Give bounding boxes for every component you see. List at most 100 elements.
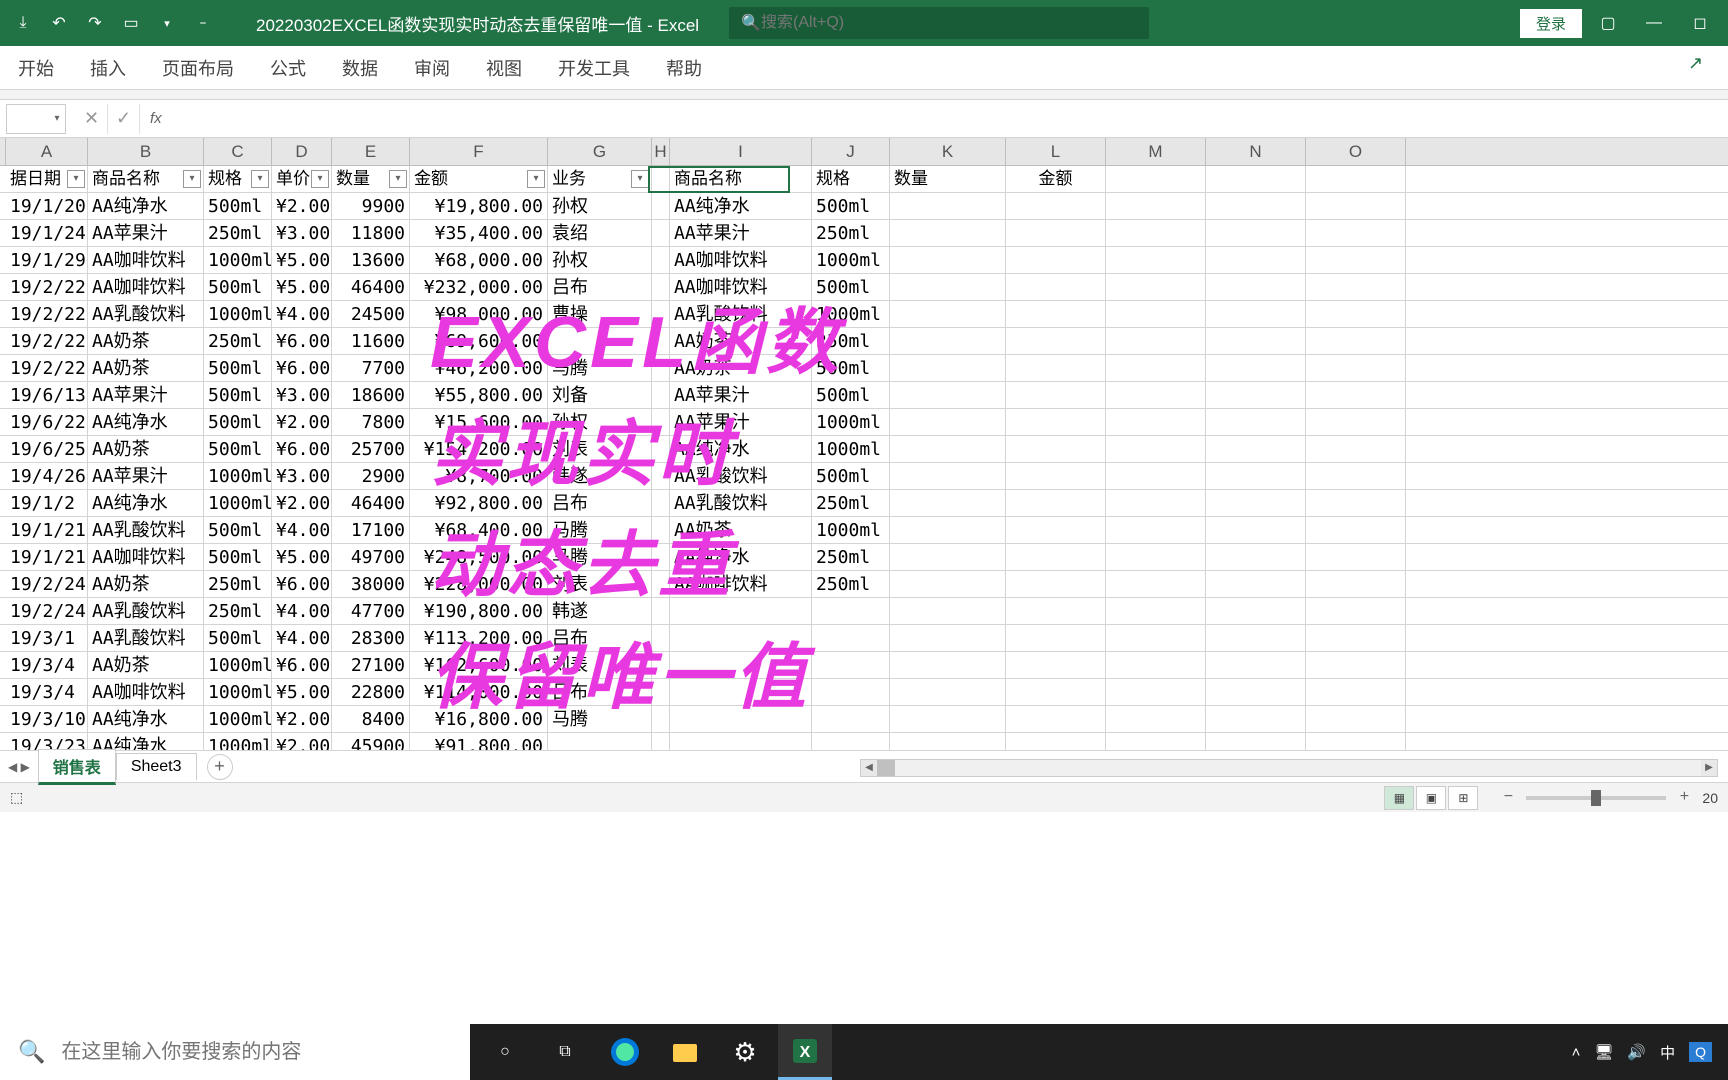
cell[interactable]: ¥35,400.00 — [410, 220, 548, 246]
cell[interactable]: 250ml — [812, 490, 890, 516]
cell[interactable]: 袁绍 — [548, 220, 652, 246]
cell[interactable]: 19/1/21 — [6, 544, 88, 570]
cell[interactable]: ¥15,600.00 — [410, 409, 548, 435]
cell[interactable] — [812, 598, 890, 624]
cell[interactable] — [1006, 679, 1106, 705]
cell[interactable] — [1106, 247, 1206, 273]
cell[interactable]: 19/6/13 — [6, 382, 88, 408]
cell[interactable]: ¥5.00 — [272, 679, 332, 705]
login-button[interactable]: 登录 — [1520, 9, 1582, 38]
explorer-icon[interactable] — [658, 1024, 712, 1080]
cell[interactable] — [1306, 274, 1406, 300]
cell[interactable]: 刘表 — [548, 571, 652, 597]
cell[interactable] — [890, 301, 1006, 327]
cell[interactable]: 250ml — [812, 544, 890, 570]
cell[interactable]: ¥162,600.00 — [410, 652, 548, 678]
cell[interactable]: AA乳酸饮料 — [88, 625, 204, 651]
cell[interactable] — [890, 274, 1006, 300]
cell[interactable]: 19/1/21 — [6, 517, 88, 543]
cell[interactable] — [1206, 220, 1306, 246]
cell[interactable]: 500ml — [812, 382, 890, 408]
cell[interactable] — [1206, 382, 1306, 408]
fx-label[interactable]: fx — [140, 110, 172, 127]
cell[interactable]: 1000ml — [204, 733, 272, 750]
col-header[interactable]: I — [670, 138, 812, 165]
cell[interactable] — [1206, 328, 1306, 354]
cell[interactable]: ¥6.00 — [272, 571, 332, 597]
cell[interactable]: ¥91,800.00 — [410, 733, 548, 750]
cell[interactable]: 19/2/24 — [6, 598, 88, 624]
cell[interactable] — [890, 598, 1006, 624]
tab-review[interactable]: 审阅 — [410, 47, 454, 89]
cell[interactable] — [890, 409, 1006, 435]
cell[interactable]: 500ml — [812, 274, 890, 300]
cell[interactable]: 韩遂 — [548, 463, 652, 489]
cell[interactable]: 吕布 — [548, 274, 652, 300]
windows-search-input[interactable] — [61, 1041, 452, 1064]
cell[interactable]: 19/2/22 — [6, 355, 88, 381]
cell[interactable] — [890, 706, 1006, 732]
cell[interactable]: 27100 — [332, 652, 410, 678]
search-box[interactable]: 🔍 — [729, 7, 1149, 39]
cell[interactable]: 1000ml — [204, 706, 272, 732]
col-header[interactable]: D — [272, 138, 332, 165]
cell[interactable] — [1306, 706, 1406, 732]
search-input[interactable] — [761, 14, 1137, 32]
cell[interactable]: AA乳酸饮料 — [88, 598, 204, 624]
cell[interactable]: AA乳酸饮料 — [670, 463, 812, 489]
cell[interactable] — [652, 409, 670, 435]
cell[interactable]: 19/2/22 — [6, 301, 88, 327]
header-cell[interactable]: 单价▾ — [272, 166, 332, 192]
cell[interactable]: 500ml — [204, 625, 272, 651]
tray-chevron-icon[interactable]: ˄ — [1572, 1044, 1581, 1061]
cell[interactable] — [670, 625, 812, 651]
cell[interactable] — [1306, 679, 1406, 705]
cell[interactable] — [548, 733, 652, 750]
cell[interactable]: ¥8,700.00 — [410, 463, 548, 489]
cell[interactable] — [1006, 274, 1106, 300]
cell[interactable]: 19/1/24 — [6, 220, 88, 246]
ime-indicator[interactable]: 中 — [1660, 1042, 1675, 1063]
cell[interactable]: 250ml — [812, 571, 890, 597]
cell[interactable]: ¥6.00 — [272, 328, 332, 354]
cell[interactable] — [1106, 409, 1206, 435]
cell[interactable] — [652, 463, 670, 489]
cell[interactable] — [652, 247, 670, 273]
cell[interactable]: 500ml — [204, 355, 272, 381]
tray-app-icon[interactable]: Q — [1689, 1042, 1712, 1062]
col-header[interactable]: A — [6, 138, 88, 165]
tab-help[interactable]: 帮助 — [662, 47, 706, 89]
cell[interactable] — [1306, 355, 1406, 381]
redo-button[interactable]: ↷ — [80, 8, 110, 38]
cell[interactable]: 250ml — [204, 571, 272, 597]
cell[interactable]: ¥154,200.00 — [410, 436, 548, 462]
cell[interactable] — [1306, 436, 1406, 462]
cell[interactable]: 1000ml — [204, 490, 272, 516]
sheet-nav[interactable]: ◀ ▶ — [0, 760, 38, 774]
col-header[interactable]: O — [1306, 138, 1406, 165]
zoom-out-button[interactable]: − — [1498, 788, 1518, 808]
cell[interactable]: 49700 — [332, 544, 410, 570]
zoom-value[interactable]: 20 — [1702, 790, 1718, 806]
cell[interactable] — [652, 652, 670, 678]
cell[interactable] — [1006, 247, 1106, 273]
cell[interactable] — [652, 544, 670, 570]
cell[interactable]: 19/6/22 — [6, 409, 88, 435]
cell[interactable]: AA咖啡饮料 — [88, 544, 204, 570]
cancel-formula-button[interactable]: ✕ — [76, 104, 108, 134]
cell[interactable]: 250ml — [812, 220, 890, 246]
cell[interactable] — [1106, 490, 1206, 516]
cell[interactable] — [1006, 733, 1106, 750]
cell[interactable]: AA纯净水 — [88, 409, 204, 435]
view-pagelayout-button[interactable]: ▣ — [1416, 786, 1446, 810]
save-button[interactable]: ⤓ — [8, 8, 38, 38]
cell[interactable]: AA苹果汁 — [670, 409, 812, 435]
cell[interactable]: 500ml — [812, 193, 890, 219]
cell[interactable]: 500ml — [204, 382, 272, 408]
cell[interactable]: 孙权 — [548, 247, 652, 273]
filter-dropdown[interactable]: ▾ — [183, 170, 201, 188]
header-cell[interactable]: 数量▾ — [332, 166, 410, 192]
tab-home[interactable]: 开始 — [14, 47, 58, 89]
cell[interactable] — [1206, 193, 1306, 219]
cell[interactable]: 1000ml — [204, 301, 272, 327]
